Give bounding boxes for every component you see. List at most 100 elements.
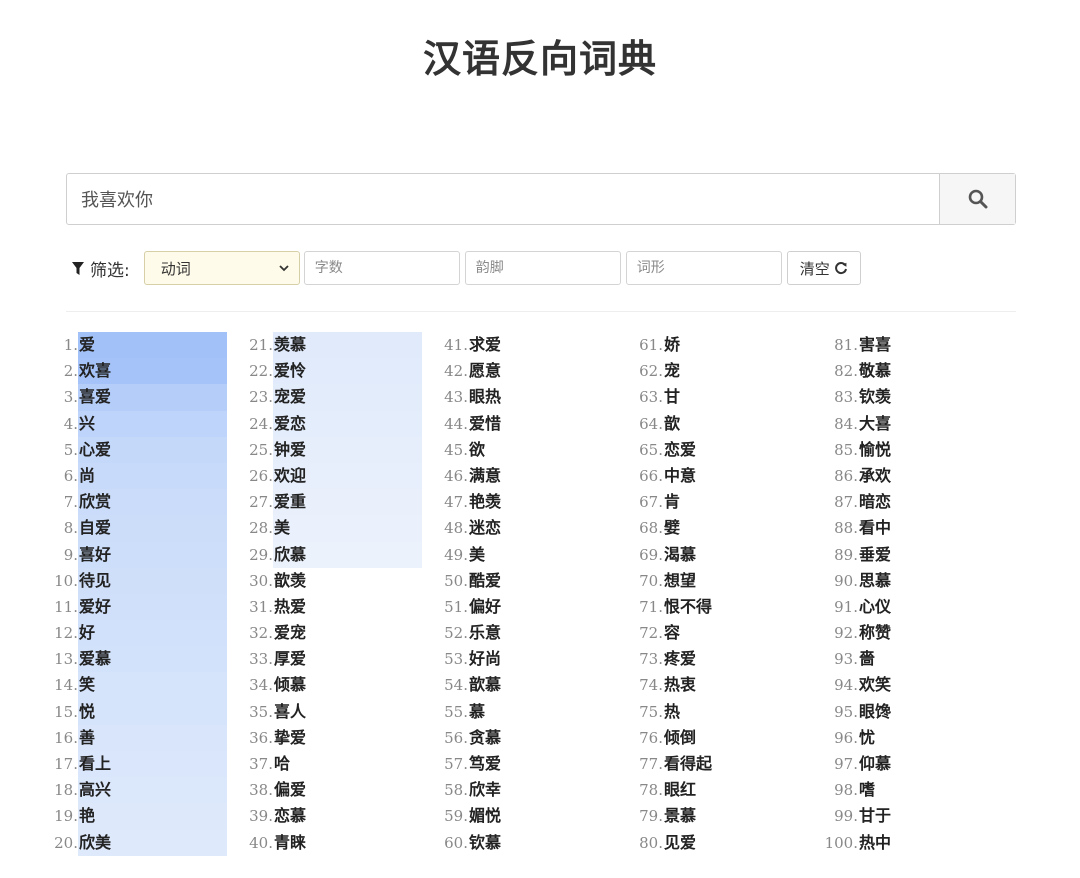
- result-item[interactable]: 58. 欣幸: [390, 777, 590, 803]
- result-item[interactable]: 6. 尚: [0, 462, 227, 490]
- result-word[interactable]: 敬慕: [858, 358, 1007, 384]
- result-item[interactable]: 60. 钦慕: [390, 830, 590, 856]
- result-word[interactable]: 暗恋: [858, 489, 1007, 515]
- result-item[interactable]: 91. 心仪: [780, 594, 980, 620]
- result-item[interactable]: 89. 垂爱: [780, 542, 980, 568]
- result-item[interactable]: 12. 好: [0, 620, 227, 647]
- result-word[interactable]: 垂爱: [858, 542, 1007, 568]
- result-item[interactable]: 87. 暗恋: [780, 489, 980, 515]
- result-word[interactable]: 眼馋: [858, 699, 1007, 725]
- result-item[interactable]: 84. 大喜: [780, 411, 980, 437]
- result-word[interactable]: 忧: [858, 725, 1007, 751]
- result-item[interactable]: 4. 兴: [0, 410, 227, 437]
- result-item[interactable]: 41. 求爱: [390, 332, 590, 358]
- result-item[interactable]: 5. 心爱: [0, 436, 227, 463]
- result-item[interactable]: 75. 热: [585, 699, 785, 725]
- result-item[interactable]: 36. 挚爱: [195, 725, 395, 751]
- result-word[interactable]: 欢笑: [858, 672, 1007, 698]
- result-item[interactable]: 95. 眼馋: [780, 699, 980, 725]
- result-item[interactable]: 26. 欢迎: [195, 462, 422, 490]
- result-item[interactable]: 19. 艳: [0, 803, 227, 830]
- result-item[interactable]: 7. 欣赏: [0, 489, 227, 516]
- result-word[interactable]: 称赞: [858, 620, 1007, 646]
- result-item[interactable]: 73. 疼爱: [585, 646, 785, 672]
- result-item[interactable]: 30. 歆羡: [195, 568, 395, 594]
- result-item[interactable]: 45. 欲: [390, 437, 590, 463]
- search-button[interactable]: [939, 174, 1015, 224]
- result-item[interactable]: 31. 热爱: [195, 594, 395, 620]
- result-item[interactable]: 11. 爱好: [0, 593, 227, 621]
- result-item[interactable]: 22. 爱怜: [195, 358, 422, 385]
- result-item[interactable]: 74. 热衷: [585, 672, 785, 698]
- result-item[interactable]: 92. 称赞: [780, 620, 980, 646]
- result-item[interactable]: 99. 甘于: [780, 803, 980, 829]
- result-item[interactable]: 48. 迷恋: [390, 515, 590, 541]
- result-item[interactable]: 77. 看得起: [585, 751, 785, 777]
- result-item[interactable]: 100. 热中: [780, 830, 980, 856]
- result-item[interactable]: 81. 害喜: [780, 332, 980, 358]
- result-item[interactable]: 28. 美: [195, 515, 422, 542]
- result-item[interactable]: 82. 敬慕: [780, 358, 980, 384]
- result-item[interactable]: 66. 中意: [585, 463, 785, 489]
- result-item[interactable]: 18. 高兴: [0, 777, 227, 804]
- result-item[interactable]: 63. 甘: [585, 384, 785, 410]
- result-item[interactable]: 62. 宠: [585, 358, 785, 384]
- result-item[interactable]: 97. 仰慕: [780, 751, 980, 777]
- result-item[interactable]: 67. 肯: [585, 489, 785, 515]
- result-word[interactable]: 大喜: [858, 411, 1007, 437]
- result-word[interactable]: 嗜: [858, 777, 1007, 803]
- result-item[interactable]: 70. 想望: [585, 568, 785, 594]
- result-item[interactable]: 72. 容: [585, 620, 785, 646]
- result-word[interactable]: 仰慕: [858, 751, 1007, 777]
- result-item[interactable]: 51. 偏好: [390, 594, 590, 620]
- rhyme-input[interactable]: [464, 251, 621, 285]
- result-word[interactable]: 嗇: [858, 646, 1007, 672]
- result-item[interactable]: 29. 欣慕: [195, 541, 422, 568]
- result-item[interactable]: 85. 愉悦: [780, 437, 980, 463]
- char-count-input[interactable]: [303, 251, 460, 285]
- result-item[interactable]: 2. 欢喜: [0, 358, 227, 385]
- result-item[interactable]: 54. 歆慕: [390, 672, 590, 698]
- result-item[interactable]: 57. 笃爱: [390, 751, 590, 777]
- result-item[interactable]: 50. 酷爱: [390, 568, 590, 594]
- search-input[interactable]: [67, 174, 939, 224]
- result-item[interactable]: 8. 自爱: [0, 515, 227, 542]
- result-item[interactable]: 23. 宠爱: [195, 384, 422, 411]
- result-item[interactable]: 64. 歆: [585, 411, 785, 437]
- result-item[interactable]: 65. 恋爱: [585, 437, 785, 463]
- result-word[interactable]: 思慕: [858, 568, 1007, 594]
- result-item[interactable]: 71. 恨不得: [585, 594, 785, 620]
- result-item[interactable]: 68. 嬖: [585, 515, 785, 541]
- result-item[interactable]: 10. 待见: [0, 567, 227, 594]
- result-word[interactable]: 钦羡: [858, 384, 1007, 410]
- result-item[interactable]: 56. 贪慕: [390, 725, 590, 751]
- result-item[interactable]: 39. 恋慕: [195, 803, 395, 829]
- result-item[interactable]: 49. 美: [390, 542, 590, 568]
- result-item[interactable]: 13. 爱慕: [0, 646, 227, 673]
- result-item[interactable]: 94. 欢笑: [780, 672, 980, 698]
- result-item[interactable]: 83. 钦羡: [780, 384, 980, 410]
- result-item[interactable]: 24. 爱恋: [195, 410, 422, 437]
- result-word[interactable]: 愉悦: [858, 437, 1007, 463]
- result-item[interactable]: 46. 满意: [390, 463, 590, 489]
- result-word[interactable]: 害喜: [858, 332, 1007, 358]
- result-item[interactable]: 43. 眼热: [390, 384, 590, 410]
- result-item[interactable]: 69. 渴慕: [585, 542, 785, 568]
- result-item[interactable]: 47. 艳羡: [390, 489, 590, 515]
- result-item[interactable]: 93. 嗇: [780, 646, 980, 672]
- result-word[interactable]: 看中: [858, 515, 1007, 541]
- result-item[interactable]: 3. 喜爱: [0, 384, 227, 411]
- result-item[interactable]: 55. 慕: [390, 699, 590, 725]
- word-form-input[interactable]: [625, 251, 782, 285]
- result-item[interactable]: 16. 善: [0, 724, 227, 751]
- result-item[interactable]: 20. 欣美: [0, 829, 227, 856]
- part-of-speech-select[interactable]: 动词: [143, 251, 300, 285]
- result-item[interactable]: 78. 眼红: [585, 777, 785, 803]
- clear-button[interactable]: 清空: [786, 251, 861, 285]
- result-item[interactable]: 42. 愿意: [390, 358, 590, 384]
- result-word[interactable]: 甘于: [858, 803, 1007, 829]
- result-item[interactable]: 61. 娇: [585, 332, 785, 358]
- result-item[interactable]: 1. 爱: [0, 332, 227, 359]
- result-item[interactable]: 38. 偏爱: [195, 777, 395, 803]
- result-item[interactable]: 27. 爱重: [195, 489, 422, 516]
